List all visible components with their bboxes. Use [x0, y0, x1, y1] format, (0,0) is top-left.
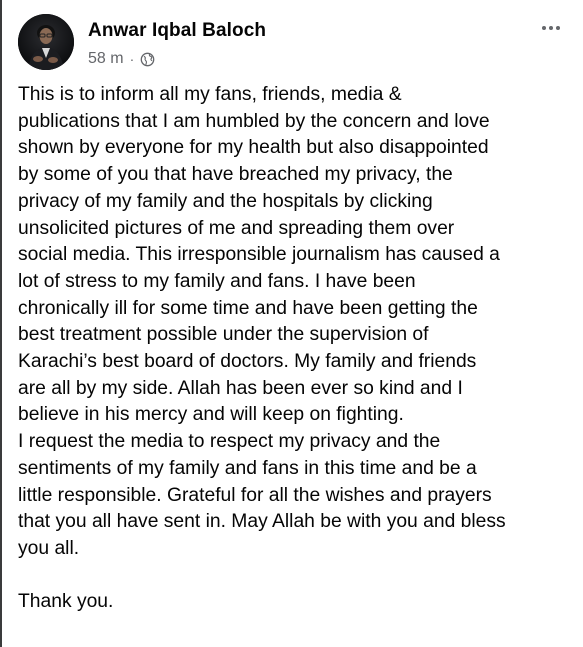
more-horizontal-icon [542, 26, 546, 30]
post-meta: 58 m · [88, 50, 155, 68]
globe-icon[interactable] [140, 52, 155, 67]
post-body-text: This is to inform all my fans, friends, … [18, 84, 506, 613]
author-avatar[interactable] [18, 14, 74, 70]
post-timestamp[interactable]: 58 m [88, 50, 124, 68]
post-header: Anwar Iqbal Baloch 58 m · [16, 12, 567, 72]
author-name[interactable]: Anwar Iqbal Baloch [88, 20, 266, 42]
more-dot [549, 26, 553, 30]
facebook-post: Anwar Iqbal Baloch 58 m · This is to inf… [0, 0, 583, 647]
more-options-button[interactable] [535, 16, 567, 40]
profile-photo-icon [18, 14, 74, 70]
more-dot [556, 26, 560, 30]
meta-separator: · [129, 51, 135, 67]
